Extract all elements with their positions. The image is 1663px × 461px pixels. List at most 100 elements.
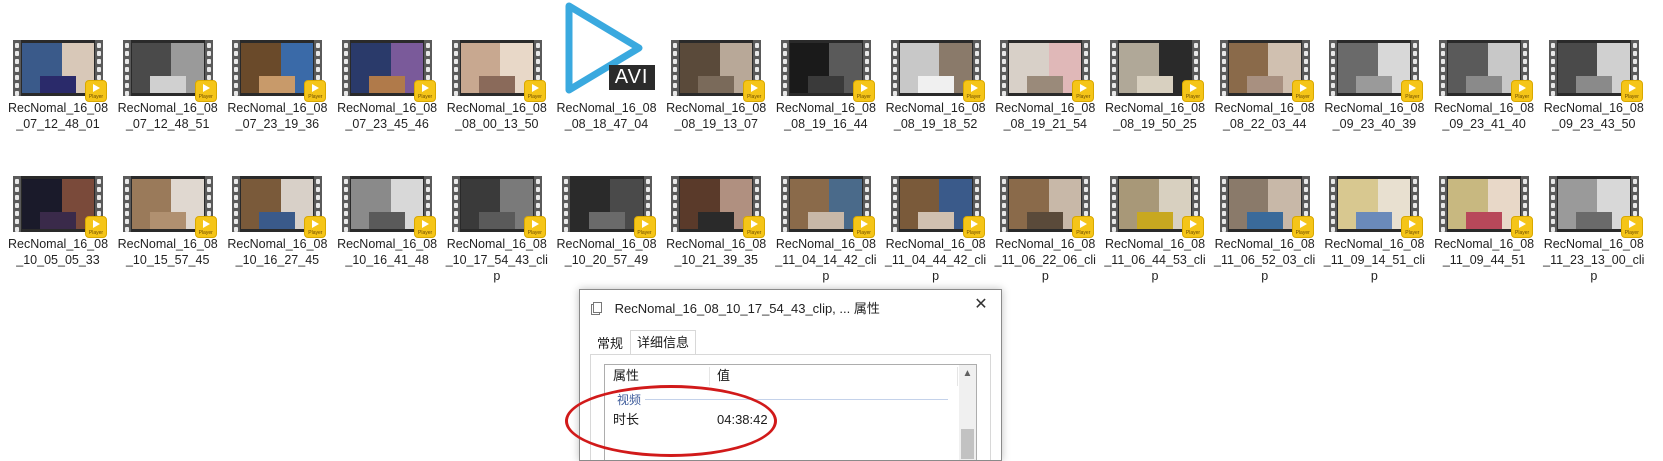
file-name: RecNomal_16_08_10_16_41_48 xyxy=(337,237,438,267)
video-thumbnail: Player xyxy=(890,40,985,102)
player-badge-label: Player xyxy=(1515,94,1530,100)
vertical-scrollbar[interactable]: ▲ xyxy=(959,365,976,460)
scrollbar-thumb[interactable] xyxy=(961,429,974,459)
file-item[interactable]: Player RecNomal_16_08_11_23_13_00_clip xyxy=(1542,176,1646,284)
file-item[interactable]: Player RecNomal_16_08_10_05_05_33 xyxy=(6,176,110,268)
highlight-ring xyxy=(565,385,777,457)
thumbnail-region xyxy=(259,211,296,229)
video-thumbnail: Player xyxy=(1548,40,1643,102)
video-thumbnail: Player xyxy=(1548,176,1643,238)
video-thumbnail: Player xyxy=(232,40,327,102)
player-badge-label: Player xyxy=(1185,230,1201,236)
thumbnail-region xyxy=(1027,211,1064,229)
file-item[interactable]: Player RecNomal_16_08_08_19_21_54 xyxy=(993,40,1097,132)
file-name: RecNomal_16_08_10_20_57_49 xyxy=(556,237,657,267)
thumbnail-frame xyxy=(899,179,972,229)
file-name: RecNomal_16_08_11_04_44_42_clip xyxy=(884,237,987,283)
file-item[interactable]: Player RecNomal_16_08_08_19_16_44 xyxy=(774,40,878,132)
file-name: RecNomal_16_08_11_04_14_42_clip xyxy=(775,237,877,283)
thumbnail-region xyxy=(369,75,406,93)
film-strip xyxy=(232,176,241,232)
file-item[interactable]: Player RecNomal_16_08_11_06_22_06_clip xyxy=(993,176,1097,284)
file-item[interactable]: Player RecNomal_16_08_08_00_13_50 xyxy=(445,40,549,132)
file-item[interactable]: Player RecNomal_16_08_10_15_57_45 xyxy=(116,176,220,268)
file-name: RecNomal_16_08_11_09_14_51_clip xyxy=(1323,237,1426,283)
video-thumbnail: Player xyxy=(342,40,437,102)
scroll-up-arrow-icon[interactable]: ▲ xyxy=(959,365,976,382)
video-thumbnail: Player xyxy=(1329,176,1424,238)
file-item[interactable]: Player RecNomal_16_08_11_06_52_03_clip xyxy=(1213,176,1317,284)
player-badge-icon: Player xyxy=(852,80,875,102)
file-item[interactable]: Player RecNomal_16_08_08_19_18_52 xyxy=(884,40,988,132)
video-thumbnail: Player xyxy=(1329,40,1424,102)
file-item[interactable]: Player RecNomal_16_08_11_04_44_42_clip xyxy=(884,176,988,284)
player-badge-icon: Player xyxy=(304,216,327,238)
file-item[interactable]: Player RecNomal_16_08_11_09_14_51_clip xyxy=(1322,176,1426,284)
close-button[interactable]: ✕ xyxy=(969,294,993,316)
file-item[interactable]: AVI RecNomal_16_08_08_18_47_04 xyxy=(555,2,659,132)
thumbnail-frame xyxy=(131,179,204,229)
file-item[interactable]: Player RecNomal_16_08_09_23_41_40 xyxy=(1432,40,1536,132)
file-name: RecNomal_16_08_11_23_13_00_clip xyxy=(1543,237,1645,283)
player-badge-label: Player xyxy=(527,230,542,236)
file-item[interactable]: Player RecNomal_16_08_09_23_40_39 xyxy=(1322,40,1426,132)
thumbnail-region xyxy=(588,211,625,229)
player-badge-icon: Player xyxy=(1072,216,1095,238)
player-badge-label: Player xyxy=(1405,230,1420,236)
thumbnail-frame xyxy=(789,179,862,229)
file-item[interactable]: Player RecNomal_16_08_10_16_27_45 xyxy=(225,176,329,268)
player-badge-icon: Player xyxy=(743,216,766,238)
file-name: RecNomal_16_08_08_19_13_07 xyxy=(666,101,767,131)
file-name: RecNomal_16_08_10_15_57_45 xyxy=(117,237,218,267)
file-item[interactable]: Player RecNomal_16_08_10_16_41_48 xyxy=(335,176,439,268)
player-badge-label: Player xyxy=(637,230,652,236)
file-item[interactable]: Player RecNomal_16_08_07_23_45_46 xyxy=(335,40,439,132)
file-item[interactable]: Player RecNomal_16_08_11_09_44_51 xyxy=(1432,176,1536,268)
file-item[interactable]: Player RecNomal_16_08_10_21_39_35 xyxy=(664,176,768,268)
file-name: RecNomal_16_08_10_21_39_35 xyxy=(666,237,767,267)
file-item[interactable]: Player RecNomal_16_08_10_20_57_49 xyxy=(555,176,659,268)
column-divider[interactable] xyxy=(709,367,710,386)
player-badge-label: Player xyxy=(527,94,542,100)
thumbnail-region xyxy=(807,75,844,93)
file-item[interactable]: Player RecNomal_16_08_08_19_13_07 xyxy=(664,40,768,132)
thumbnail-region xyxy=(698,211,735,229)
file-item[interactable]: Player RecNomal_16_08_09_23_43_50 xyxy=(1542,40,1646,132)
column-property[interactable]: 属性 xyxy=(613,365,639,387)
player-badge-label: Player xyxy=(1295,230,1310,236)
film-strip xyxy=(13,176,21,232)
file-item[interactable]: Player RecNomal_16_08_10_17_54_43_clip xyxy=(445,176,549,284)
file-item[interactable]: Player RecNomal_16_08_08_19_50_25 xyxy=(1103,40,1207,132)
film-strip xyxy=(1110,176,1118,232)
thumbnail-frame xyxy=(1448,179,1521,229)
thumbnail-region xyxy=(1466,211,1503,229)
player-badge-label: Player xyxy=(1624,230,1639,236)
file-name: RecNomal_16_08_11_09_44_51 xyxy=(1434,237,1535,267)
player-badge-icon: Player xyxy=(1401,216,1424,238)
tab-details[interactable]: 详细信息 xyxy=(630,330,697,356)
video-thumbnail: Player xyxy=(671,40,766,102)
film-strip xyxy=(1548,176,1557,232)
film-strip xyxy=(1000,176,1009,232)
file-name: RecNomal_16_08_07_23_45_46 xyxy=(337,101,438,131)
tab-general[interactable]: 常规 xyxy=(590,332,630,356)
file-item[interactable]: Player RecNomal_16_08_11_04_14_42_clip xyxy=(774,176,878,284)
film-strip xyxy=(1548,40,1557,96)
player-badge-icon: Player xyxy=(523,216,546,238)
column-value[interactable]: 值 xyxy=(717,365,730,387)
video-thumbnail: Player xyxy=(13,40,107,102)
file-item[interactable]: Player RecNomal_16_08_07_12_48_01 xyxy=(6,40,110,132)
thumbnail-region xyxy=(1137,211,1173,229)
player-badge-label: Player xyxy=(856,94,871,100)
file-item[interactable]: Player RecNomal_16_08_11_06_44_53_clip xyxy=(1103,176,1207,284)
player-badge-icon: Player xyxy=(1620,216,1643,238)
file-item[interactable]: Player RecNomal_16_08_08_22_03_44 xyxy=(1213,40,1317,132)
film-strip xyxy=(1000,40,1009,96)
thumbnail-frame xyxy=(1228,43,1301,93)
file-item[interactable]: Player RecNomal_16_08_07_12_48_51 xyxy=(116,40,220,132)
thumbnail-region xyxy=(1356,75,1393,93)
file-item[interactable]: Player RecNomal_16_08_07_23_19_36 xyxy=(225,40,329,132)
film-strip xyxy=(342,176,351,232)
column-divider[interactable] xyxy=(957,367,958,386)
player-badge-label: Player xyxy=(856,230,871,236)
